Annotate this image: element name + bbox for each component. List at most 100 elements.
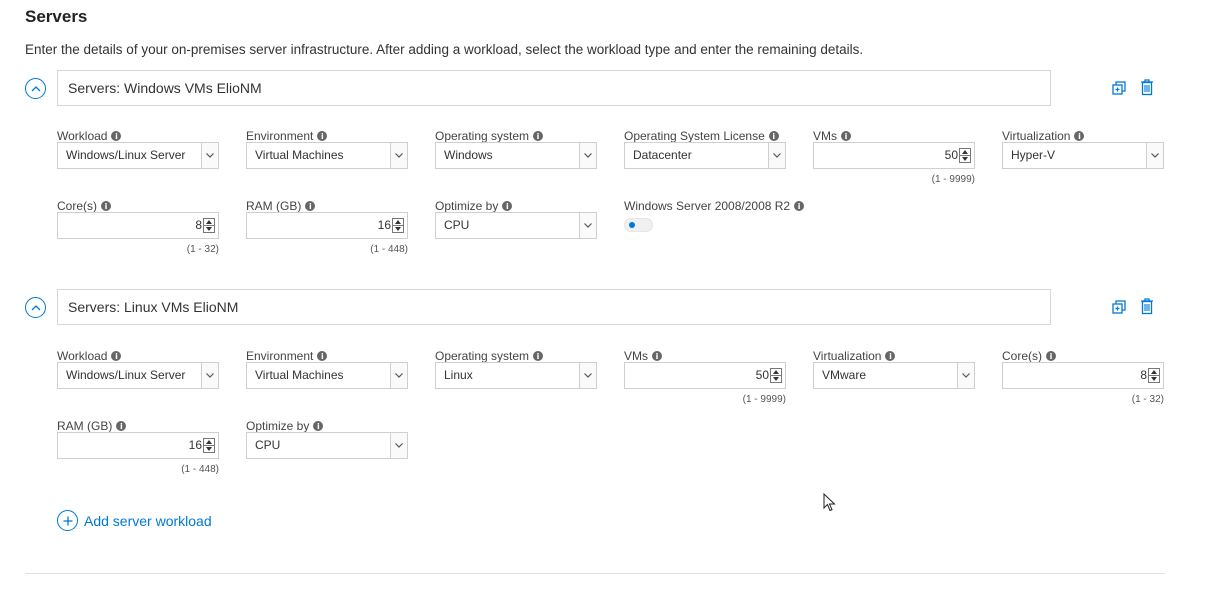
cores-field: Core(s) i 8 (1 - 32) — [57, 198, 221, 255]
optimize-field: Optimize by i CPU — [435, 198, 599, 239]
cores-input[interactable]: 8 — [1002, 362, 1164, 389]
chevron-down-icon[interactable] — [957, 363, 974, 388]
os-field: Operating system i Windows — [435, 128, 599, 169]
stepper-down-icon[interactable] — [960, 155, 970, 162]
vms-label: VMs — [624, 349, 648, 363]
stepper-down-icon[interactable] — [204, 225, 214, 232]
info-icon[interactable]: i — [794, 201, 805, 211]
info-icon[interactable]: i — [111, 351, 122, 361]
environment-field: Environment i Virtual Machines — [246, 348, 410, 389]
optimize-field: Optimize by i CPU — [246, 418, 410, 459]
info-icon[interactable]: i — [768, 131, 779, 141]
ram-value: 16 — [377, 218, 391, 232]
chevron-down-icon[interactable] — [579, 363, 596, 388]
optimize-select[interactable]: CPU — [435, 212, 597, 239]
ram-input[interactable]: 16 — [246, 212, 408, 239]
add-server-workload-button[interactable]: Add server workload — [57, 510, 212, 531]
stepper-icon[interactable] — [392, 218, 404, 233]
chevron-down-icon[interactable] — [579, 213, 596, 238]
chevron-down-icon[interactable] — [390, 433, 407, 458]
info-icon[interactable]: i — [116, 421, 127, 431]
ram-value: 16 — [188, 438, 202, 452]
ws2008-field: Windows Server 2008/2008 R2 i — [624, 198, 824, 232]
info-icon[interactable]: i — [1046, 351, 1057, 361]
info-icon[interactable]: i — [1074, 131, 1085, 141]
environment-select-value: Virtual Machines — [255, 368, 344, 382]
vms-field: VMs i 50 (1 - 9999) — [813, 128, 977, 185]
clone-button[interactable] — [1110, 79, 1128, 97]
info-icon[interactable]: i — [101, 201, 112, 211]
virtualization-label: Virtualization — [1002, 129, 1071, 143]
ram-field: RAM (GB) i 16 (1 - 448) — [246, 198, 410, 255]
os-license-select[interactable]: Datacenter — [624, 142, 786, 169]
info-icon[interactable]: i — [652, 351, 662, 361]
stepper-icon[interactable] — [770, 368, 782, 383]
stepper-icon[interactable] — [203, 218, 215, 233]
stepper-icon[interactable] — [959, 148, 971, 163]
clone-button[interactable] — [1110, 298, 1128, 316]
info-icon[interactable]: i — [841, 131, 851, 141]
info-icon[interactable]: i — [502, 201, 513, 211]
stepper-down-icon[interactable] — [771, 375, 781, 382]
virtualization-select[interactable]: Hyper-V — [1002, 142, 1164, 169]
ram-input[interactable]: 16 — [57, 432, 219, 459]
cores-input[interactable]: 8 — [57, 212, 219, 239]
os-license-select-value: Datacenter — [633, 148, 692, 162]
chevron-down-icon[interactable] — [201, 363, 218, 388]
environment-label: Environment — [246, 129, 314, 143]
optimize-select[interactable]: CPU — [246, 432, 408, 459]
environment-field: Environment i Virtual Machines — [246, 128, 410, 169]
optimize-label: Optimize by — [246, 419, 310, 433]
workload-select[interactable]: Windows/Linux Server — [57, 362, 219, 389]
info-icon[interactable]: i — [533, 351, 544, 361]
info-icon[interactable]: i — [305, 201, 316, 211]
os-select[interactable]: Linux — [435, 362, 597, 389]
chevron-down-icon[interactable] — [1146, 143, 1163, 168]
vms-input[interactable]: 50 — [624, 362, 786, 389]
workload-label: Workload — [57, 349, 108, 363]
workload-name-input[interactable]: Servers: Linux VMs ElioNM — [57, 289, 1051, 325]
clone-icon — [1111, 299, 1126, 314]
info-icon[interactable]: i — [885, 351, 896, 361]
chevron-up-icon — [31, 305, 40, 311]
workload-select[interactable]: Windows/Linux Server — [57, 142, 219, 169]
delete-button[interactable] — [1138, 297, 1156, 315]
collapse-button[interactable] — [25, 297, 46, 318]
workload-select-value: Windows/Linux Server — [66, 368, 186, 382]
stepper-down-icon[interactable] — [204, 445, 214, 452]
divider — [25, 573, 1165, 574]
chevron-down-icon[interactable] — [579, 143, 596, 168]
info-icon[interactable]: i — [111, 131, 122, 141]
delete-button[interactable] — [1138, 78, 1156, 96]
environment-label: Environment — [246, 349, 314, 363]
info-icon[interactable]: i — [317, 351, 328, 361]
stepper-icon[interactable] — [203, 438, 215, 453]
chevron-down-icon[interactable] — [201, 143, 218, 168]
collapse-button[interactable] — [25, 78, 46, 99]
chevron-down-icon[interactable] — [768, 143, 785, 168]
workload-field: Workload i Windows/Linux Server — [57, 348, 221, 389]
virtualization-field: Virtualization i Hyper-V — [1002, 128, 1166, 169]
stepper-down-icon[interactable] — [393, 225, 403, 232]
os-select[interactable]: Windows — [435, 142, 597, 169]
info-icon[interactable]: i — [533, 131, 544, 141]
chevron-down-icon[interactable] — [390, 143, 407, 168]
cores-range: (1 - 32) — [186, 244, 219, 255]
info-icon[interactable]: i — [317, 131, 328, 141]
info-icon[interactable]: i — [313, 421, 324, 431]
workload-name-input[interactable]: Servers: Windows VMs ElioNM — [57, 70, 1051, 106]
trash-icon — [1141, 297, 1153, 314]
stepper-icon[interactable] — [1148, 368, 1160, 383]
ws2008-toggle[interactable] — [624, 218, 653, 232]
environment-select[interactable]: Virtual Machines — [246, 362, 408, 389]
stepper-down-icon[interactable] — [1149, 375, 1159, 382]
chevron-down-icon[interactable] — [390, 363, 407, 388]
clone-icon — [1111, 80, 1126, 95]
environment-select[interactable]: Virtual Machines — [246, 142, 408, 169]
vms-input[interactable]: 50 — [813, 142, 975, 169]
trash-icon — [1141, 78, 1153, 95]
ws2008-label: Windows Server 2008/2008 R2 — [624, 199, 791, 213]
virtualization-select[interactable]: VMware — [813, 362, 975, 389]
workload-label: Workload — [57, 129, 108, 143]
vms-value: 50 — [944, 148, 958, 162]
